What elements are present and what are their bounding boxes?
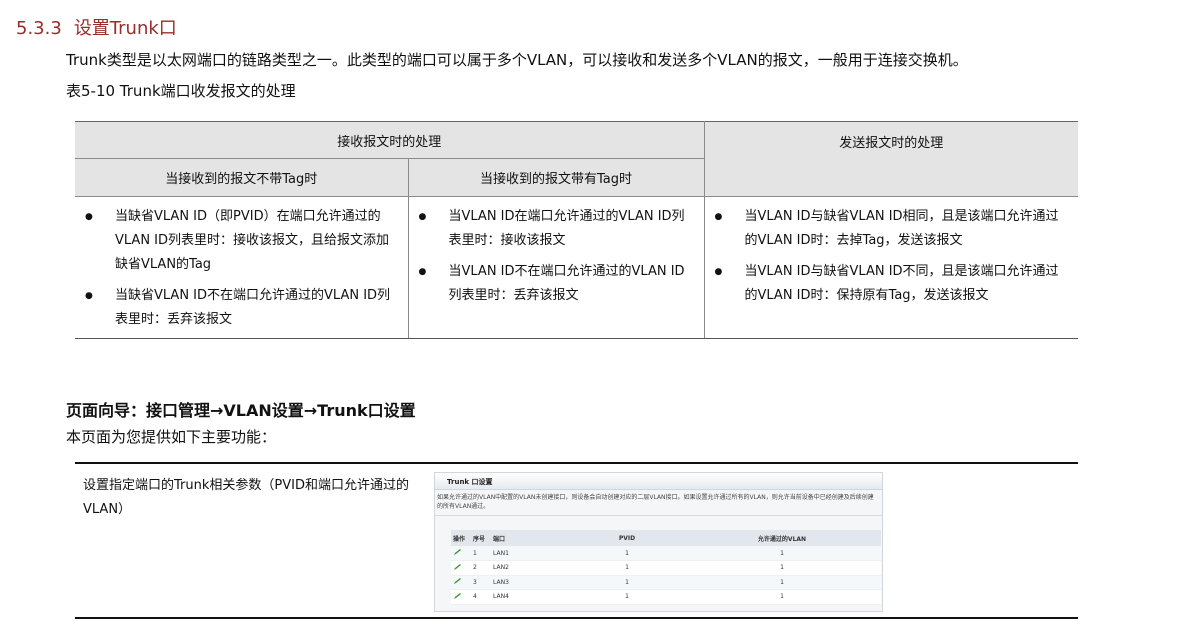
edit-button[interactable]	[451, 575, 471, 590]
edit-button[interactable]	[451, 589, 471, 605]
trunk-port-table: 操作 序号 端口 PVID 允许通过的VLAN 1 LAN1 1 1 2 LAN…	[451, 530, 881, 605]
row-allowed: 1	[681, 560, 881, 576]
table-row: 3 LAN3 1 1	[451, 575, 881, 590]
function-table: 设置指定端口的Trunk相关参数（PVID和端口允许通过的VLAN） Trunk…	[75, 462, 1078, 619]
page-guide-title: 页面向导：接口管理→VLAN设置→Trunk口设置	[66, 401, 416, 420]
list-item: 当VLAN ID与缺省VLAN ID不同，且是该端口允许通过的VLAN ID时：…	[713, 260, 1071, 308]
function-description: 设置指定端口的Trunk相关参数（PVID和端口允许通过的VLAN）	[83, 478, 409, 517]
row-allowed: 1	[681, 546, 881, 561]
header-send: 发送报文时的处理	[704, 121, 1078, 197]
subheader-with-tag: 当接收到的报文带有Tag时	[408, 158, 705, 197]
col-op: 操作	[451, 530, 471, 546]
screenshot-title: Trunk 口设置	[435, 473, 882, 490]
col-port: 端口	[491, 530, 571, 546]
edit-button[interactable]	[451, 546, 471, 561]
table-row: 1 LAN1 1 1	[451, 546, 881, 561]
screenshot-note: 如果允许通过的VLAN中配置的VLAN未创建接口，则设备会自动创建对应的二层VL…	[437, 494, 874, 510]
subheader-no-tag: 当接收到的报文不带Tag时	[75, 158, 409, 197]
table-row: 4 LAN4 1 1	[451, 589, 881, 605]
list-item: 当VLAN ID在端口允许通过的VLAN ID列表里时：接收该报文	[417, 205, 696, 253]
divider	[435, 515, 882, 516]
row-seq: 1	[471, 546, 491, 561]
cell-no-tag: 当缺省VLAN ID（即PVID）在端口允许通过的VLAN ID列表里时：接收该…	[75, 196, 409, 339]
col-allowed: 允许通过的VLAN	[681, 530, 881, 546]
edit-button[interactable]	[451, 560, 471, 576]
cell-with-tag: 当VLAN ID在端口允许通过的VLAN ID列表里时：接收该报文 当VLAN …	[408, 196, 705, 339]
page-guide-desc: 本页面为您提供如下主要功能：	[66, 428, 277, 446]
row-port: LAN1	[491, 546, 571, 561]
list-item: 当VLAN ID与缺省VLAN ID相同，且是该端口允许通过的VLAN ID时：…	[713, 205, 1071, 253]
row-pvid: 1	[571, 560, 681, 576]
row-pvid: 1	[571, 575, 681, 590]
pencil-icon	[454, 578, 461, 585]
list-item: 当缺省VLAN ID不在端口允许通过的VLAN ID列表里时：丢弃该报文	[83, 284, 400, 332]
row-allowed: 1	[681, 589, 881, 605]
list-item: 当缺省VLAN ID（即PVID）在端口允许通过的VLAN ID列表里时：接收该…	[83, 205, 400, 277]
header-receive: 接收报文时的处理	[75, 121, 705, 159]
row-allowed: 1	[681, 575, 881, 590]
row-seq: 4	[471, 589, 491, 605]
pencil-icon	[454, 549, 461, 555]
intro-paragraph: Trunk类型是以太网端口的链路类型之一。此类型的端口可以属于多个VLAN，可以…	[66, 51, 968, 69]
row-port: LAN2	[491, 560, 571, 576]
table-caption: 表5-10 Trunk端口收发报文的处理	[66, 82, 296, 100]
list-item: 当VLAN ID不在端口允许通过的VLAN ID列表里时：丢弃该报文	[417, 260, 696, 308]
table-row: 2 LAN2 1 1	[451, 560, 881, 576]
row-pvid: 1	[571, 589, 681, 605]
section-heading: 5.3.3 设置Trunk口	[16, 14, 177, 40]
section-title: 设置Trunk口	[73, 18, 177, 39]
col-seq: 序号	[471, 530, 491, 546]
cell-send: 当VLAN ID与缺省VLAN ID相同，且是该端口允许通过的VLAN ID时：…	[704, 196, 1078, 339]
row-pvid: 1	[571, 546, 681, 561]
row-port: LAN3	[491, 575, 571, 590]
row-seq: 2	[471, 560, 491, 576]
trunk-processing-table: 接收报文时的处理 发送报文时的处理 当接收到的报文不带Tag时 当接收到的报文带…	[75, 121, 1078, 339]
section-number: 5.3.3	[16, 18, 62, 39]
col-pvid: PVID	[571, 530, 681, 546]
trunk-settings-screenshot: Trunk 口设置 如果允许通过的VLAN中配置的VLAN未创建接口，则设备会自…	[434, 472, 883, 612]
pencil-icon	[454, 563, 461, 570]
row-seq: 3	[471, 575, 491, 590]
row-port: LAN4	[491, 589, 571, 605]
pencil-icon	[454, 592, 461, 599]
